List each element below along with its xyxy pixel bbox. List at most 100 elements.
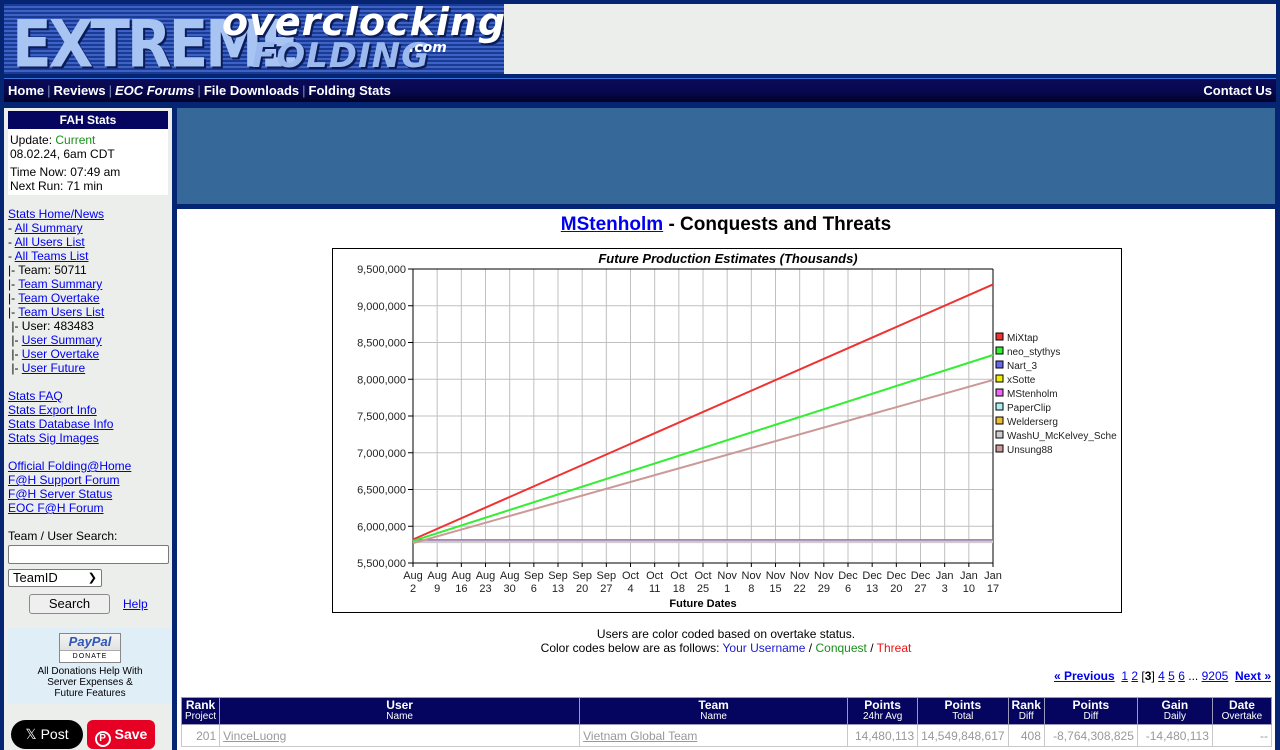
x-tick-label-day: 27 [914,583,926,595]
fah-stats-title: FAH Stats [8,111,168,129]
tree-prefix: |- [8,305,19,319]
sidebar-link[interactable]: Stats Database Info [8,417,113,431]
user-link[interactable]: VinceLuong [223,729,286,743]
x-tick-label-month: Aug [403,570,423,582]
sidebar-text: Team: 50711 [18,263,87,277]
sidebar-link[interactable]: All Teams List [15,249,89,263]
sidebar-item-all-summary[interactable]: - All Summary [8,221,131,235]
x-tick-label-day: 23 [479,583,491,595]
sidebar-item-eoc-f-h-forum[interactable]: EOC F@H Forum [8,501,131,515]
sidebar-item-team-summary[interactable]: |- Team Summary [8,277,131,291]
y-tick-label: 9,000,000 [357,301,406,313]
donate-text-1: All Donations Help With [37,666,143,677]
tree-prefix: |- [8,291,19,305]
sidebar-link[interactable]: User Summary [22,333,102,347]
sidebar-link[interactable]: All Users List [15,235,85,249]
sidebar-link[interactable]: Stats Export Info [8,403,97,417]
sidebar-item-user-future[interactable]: |- User Future [8,361,131,375]
nav-home[interactable]: Home [8,83,44,98]
site-logo[interactable]: EXTREME overclocking FOLDING .com [4,4,504,74]
paypal-donate-button[interactable]: PayPal DONATE [59,633,121,663]
x-axis-label: Future Dates [669,598,736,610]
sidebar-link[interactable]: Team Users List [18,305,104,319]
title-user-link[interactable]: MStenholm [561,214,663,235]
production-chart: Future Production Estimates (Thousands) 5… [332,248,1122,613]
x-tick-label-day: 6 [845,583,851,595]
pagination: « Previous 1 2 [3] 4 5 6 ... 9205 Next » [1054,669,1271,683]
sidebar-item-f-h-server-status[interactable]: F@H Server Status [8,487,131,501]
sidebar-link[interactable]: Stats Sig Images [8,431,99,445]
pinterest-save-label: Save [114,726,148,742]
sidebar-item-all-users-list[interactable]: - All Users List [8,235,131,249]
help-link[interactable]: Help [123,597,148,611]
sidebar-link[interactable]: Official Folding@Home [8,459,131,473]
sidebar-link[interactable]: EOC F@H Forum [8,501,104,515]
sidebar-item-user-summary[interactable]: |- User Summary [8,333,131,347]
pager-page-6[interactable]: 6 [1178,669,1185,683]
pager-current: [3] [1141,669,1155,683]
column-header-team-name: Team Name [579,697,849,725]
team-link[interactable]: Vietnam Global Team [583,729,697,743]
search-type-select[interactable]: TeamID ❯ [8,569,102,587]
x-post-button[interactable]: 𝕏 Post [11,720,83,749]
nav-file-downloads[interactable]: File Downloads [204,83,299,98]
sidebar-item-stats-export-info[interactable]: Stats Export Info [8,403,131,417]
sidebar-item-user-overtake[interactable]: |- User Overtake [8,347,131,361]
pager-ellipsis: ... [1188,669,1199,683]
logo-text-folding: FOLDING [252,36,431,74]
nav-eoc-forums[interactable]: EOC Forums [115,83,194,98]
table-header-row: Rank Project User Name Team Name Points 24hr Av… [180,697,1273,725]
pager-page-2[interactable]: 2 [1131,669,1138,683]
sidebar-item-stats-faq[interactable]: Stats FAQ [8,389,131,403]
search-input[interactable] [8,545,169,564]
sidebar-item-f-h-support-forum[interactable]: F@H Support Forum [8,473,131,487]
cell-rank-diff: 408 [1007,724,1045,747]
page-title: MStenholm - Conquests and Threats [177,214,1275,236]
pager-page-5[interactable]: 5 [1168,669,1175,683]
sidebar-item-stats-home-news[interactable]: Stats Home/News [8,207,131,221]
sidebar-item-official-folding-home[interactable]: Official Folding@Home [8,459,131,473]
sidebar-item-all-teams-list[interactable]: - All Teams List [8,249,131,263]
update-line: Update: Current [10,133,166,147]
search-button[interactable]: Search [29,594,110,614]
nav-contact-us[interactable]: Contact Us [1203,83,1272,98]
nav-separator: | [302,83,306,98]
sidebar-link[interactable]: Stats Home/News [8,207,104,221]
x-tick-label-month: Dec [911,570,931,582]
legend-label-neo-stythys: neo_stythys [1007,347,1060,358]
ad-banner-area [177,108,1275,204]
sidebar-link[interactable]: F@H Support Forum [8,473,120,487]
sidebar-link[interactable]: Team Overtake [18,291,99,305]
pager-previous[interactable]: « Previous [1054,669,1115,683]
nav-reviews[interactable]: Reviews [54,83,106,98]
nav-separator: | [47,83,51,98]
x-tick-label-day: 25 [697,583,709,595]
x-tick-label-day: 20 [576,583,588,595]
nav-folding-stats[interactable]: Folding Stats [309,83,391,98]
sidebar-link[interactable]: Stats FAQ [8,389,63,403]
sidebar-link[interactable]: All Summary [15,221,83,235]
column-header-points-total: Points Total [917,697,1009,725]
cell-team[interactable]: Vietnam Global Team [579,724,849,747]
pager-page-last[interactable]: 9205 [1202,669,1229,683]
main-content: MStenholm - Conquests and Threats Future… [177,209,1275,750]
table-row: 201 VinceLuong Vietnam Global Team 14,480,1… [180,724,1273,747]
sidebar-link[interactable]: User Future [22,361,85,375]
sidebar-item-team-users-list[interactable]: |- Team Users List [8,305,131,319]
sidebar-link[interactable]: F@H Server Status [8,487,112,501]
pager-page-4[interactable]: 4 [1158,669,1165,683]
sidebar-item-stats-sig-images[interactable]: Stats Sig Images [8,431,131,445]
x-tick-label-day: 2 [410,583,416,595]
pager-page-1[interactable]: 1 [1121,669,1128,683]
sidebar-link[interactable]: Team Summary [18,277,102,291]
overtake-table: Rank Project User Name Team Name Points 24hr Av… [180,697,1273,747]
sidebar-item-stats-database-info[interactable]: Stats Database Info [8,417,131,431]
sidebar-link[interactable]: User Overtake [22,347,99,361]
pager-next[interactable]: Next » [1235,669,1271,683]
pinterest-save-button[interactable]: P Save [87,720,155,749]
sidebar-item-team-overtake[interactable]: |- Team Overtake [8,291,131,305]
x-tick-label-day: 13 [866,583,878,595]
cell-user[interactable]: VinceLuong [219,724,581,747]
time-now: Time Now: 07:49 am [10,165,121,179]
